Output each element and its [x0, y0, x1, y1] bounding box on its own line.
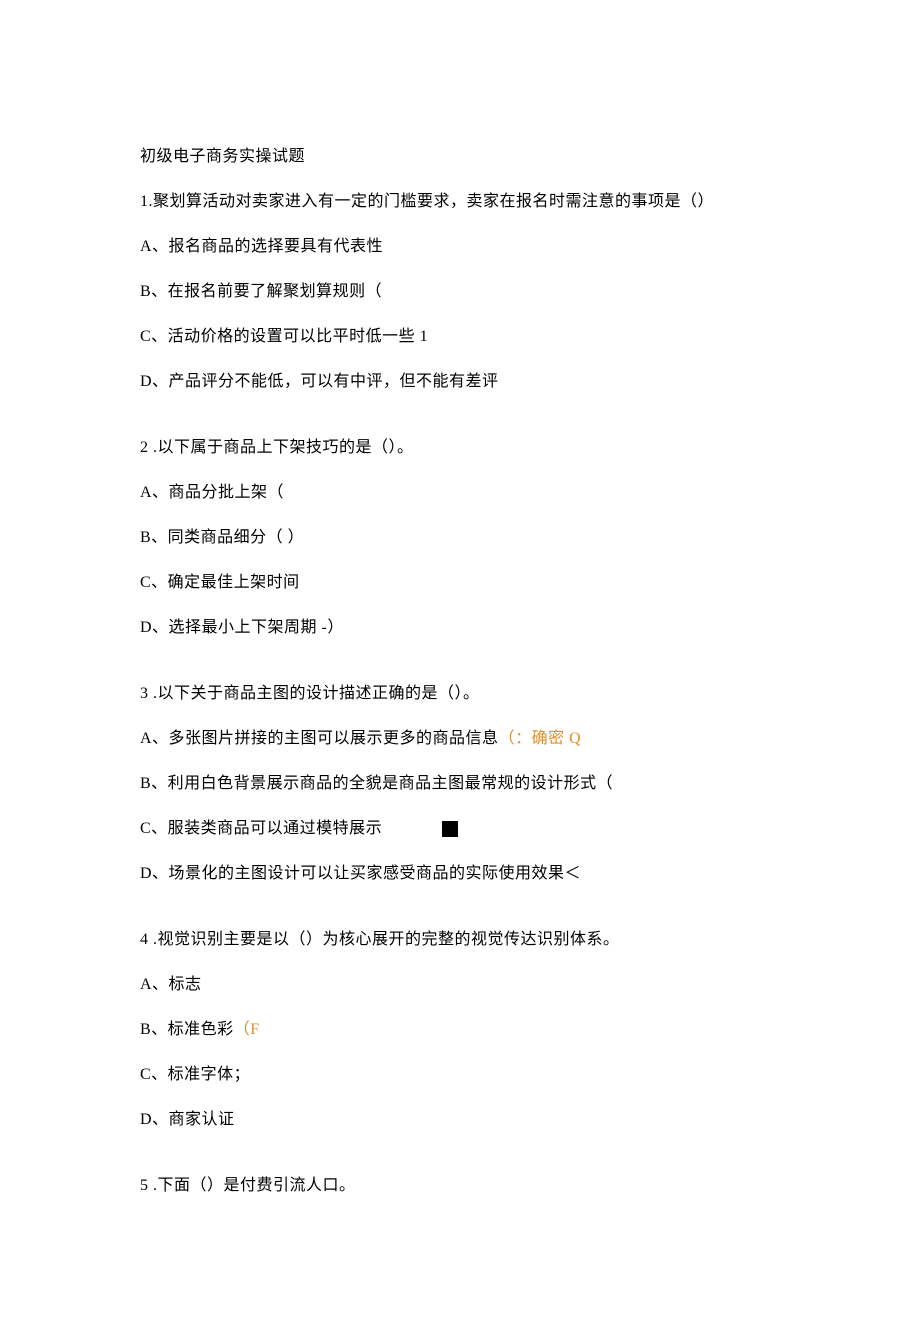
question-1-option-b: B、在报名前要了解聚划算规则（ [140, 280, 780, 304]
question-1-stem: 1.聚划算活动对卖家进入有一定的门槛要求，卖家在报名时需注意的事项是（） [140, 190, 780, 214]
question-4-stem: 4 .视觉识别主要是以（）为核心展开的完整的视觉传达识别体系。 [140, 928, 780, 952]
question-3-option-c-text: C、服装类商品可以通过模特展示 [140, 820, 382, 837]
black-square-icon [442, 821, 458, 837]
question-3-option-d: D、场景化的主图设计可以让买家感受商品的实际使用效果＜ [140, 862, 780, 886]
question-2-option-b: B、同类商品细分（ ） [140, 526, 780, 550]
spacer [140, 661, 780, 682]
question-4-option-b-text: B、标准色彩 [140, 1021, 234, 1038]
question-3-stem: 3 .以下关于商品主图的设计描述正确的是（）。 [140, 682, 780, 706]
question-2-option-a: A、商品分批上架（ [140, 481, 780, 505]
question-3-option-c: C、服装类商品可以通过模特展示 [140, 817, 780, 841]
question-5-stem: 5 .下面（）是付费引流人口。 [140, 1174, 780, 1198]
question-2-option-d: D、选择最小上下架周期 -） [140, 616, 780, 640]
question-3-option-a: A、多张图片拼接的主图可以展示更多的商品信息（：确密 Q [140, 727, 780, 751]
spacer [140, 415, 780, 436]
annotation-text: （F [234, 1021, 260, 1038]
document-page: 初级电子商务实操试题 1.聚划算活动对卖家进入有一定的门槛要求，卖家在报名时需注… [0, 0, 920, 1319]
question-4-option-c: C、标准字体； [140, 1063, 780, 1087]
question-1-option-d: D、产品评分不能低，可以有中评，但不能有差评 [140, 370, 780, 394]
question-3-option-b: B、利用白色背景展示商品的全貌是商品主图最常规的设计形式（ [140, 772, 780, 796]
question-2-stem: 2 .以下属于商品上下架技巧的是（）。 [140, 436, 780, 460]
question-4-option-b: B、标准色彩（F [140, 1018, 780, 1042]
question-4-option-d: D、商家认证 [140, 1108, 780, 1132]
question-1-option-c: C、活动价格的设置可以比平时低一些 1 [140, 325, 780, 349]
question-3-option-a-text: A、多张图片拼接的主图可以展示更多的商品信息 [140, 730, 499, 747]
question-1-option-a: A、报名商品的选择要具有代表性 [140, 235, 780, 259]
annotation-text: （：确密 Q [499, 730, 582, 747]
question-4-option-a: A、标志 [140, 973, 780, 997]
question-2-option-c: C、确定最佳上架时间 [140, 571, 780, 595]
document-title: 初级电子商务实操试题 [140, 145, 780, 169]
spacer [140, 1153, 780, 1174]
spacer [140, 907, 780, 928]
